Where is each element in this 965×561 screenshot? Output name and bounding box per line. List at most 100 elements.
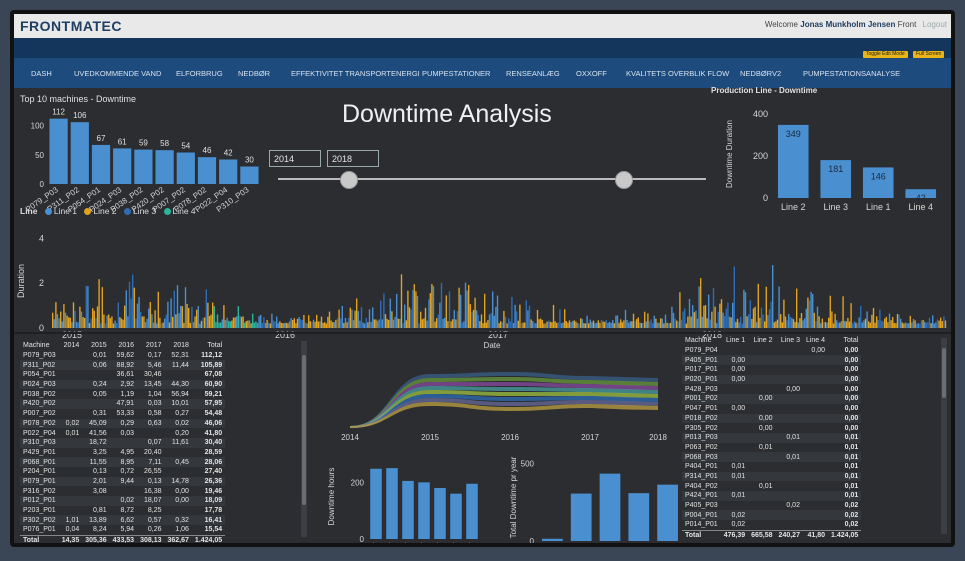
table-row[interactable]: P007_P02 0,31 53,33 0,58 0,27 54,48 <box>20 409 225 419</box>
table-row[interactable]: P302_P02 1,01 13,89 6,62 0,57 0,32 16,41 <box>20 515 226 526</box>
full-screen-button[interactable]: Full Screen <box>913 51 945 58</box>
nav-tab[interactable]: NEDBØR <box>238 69 270 78</box>
table-cell <box>803 481 828 491</box>
bar-p310_p03 <box>240 166 259 184</box>
year-from-input[interactable]: 2014 <box>269 150 321 167</box>
duration-bar <box>463 321 465 328</box>
toggle-edit-mode-button[interactable]: Toggle Edit Mode <box>863 51 908 58</box>
table-row[interactable]: P024_P03 0,24 2,92 13,45 44,30 60,90 <box>20 379 226 390</box>
duration-bar <box>175 314 177 328</box>
table-row[interactable]: P316_P02 3,08 16,38 0,00 19,46 <box>20 486 225 496</box>
column-header[interactable]: 2016 <box>110 341 137 351</box>
duration-bar <box>152 322 155 328</box>
table-row[interactable]: P305_P02 0,00 0,00 <box>682 423 861 433</box>
table-row[interactable]: P068_P03 0,01 0,01 <box>682 452 862 462</box>
table-row[interactable]: P020_P01 0,00 0,00 <box>682 374 862 385</box>
column-header[interactable]: 2018 <box>165 341 192 351</box>
nav-tab[interactable]: PUMPESTATIONER <box>422 69 490 78</box>
table-row[interactable]: P420_P02 47,91 0,03 10,01 57,95 <box>20 399 226 409</box>
table-row[interactable]: P001_P02 0,00 0,00 <box>682 394 862 404</box>
column-header[interactable]: Line 4 <box>803 336 828 346</box>
table-row[interactable]: P014_P01 0,02 0,02 <box>682 520 861 530</box>
table-row[interactable]: P079_P03 0,01 59,62 0,17 52,31 112,12 <box>20 351 225 361</box>
duration-bar <box>719 303 721 328</box>
table-cell: 0,01 <box>758 482 773 490</box>
table-row[interactable]: P054_P01 36,61 30,46 67,08 <box>20 370 225 380</box>
duration-bar <box>564 309 566 328</box>
table-row[interactable]: P068_P01 11,55 8,95 7,11 0,45 28,06 <box>20 457 226 467</box>
table-row[interactable]: P047_P01 0,00 0,00 <box>682 404 861 414</box>
table-row[interactable]: P079_P04 0,00 0,00 <box>682 346 861 356</box>
table-row[interactable]: P203_P01 0,81 8,72 8,25 17,78 <box>20 506 225 516</box>
column-header[interactable]: Total <box>828 336 861 346</box>
nav-tab[interactable]: UVEDKOMMENDE VAND <box>74 69 161 78</box>
left-table-scrollbar[interactable] <box>301 341 307 537</box>
table-row[interactable]: P311_P02 0,06 88,92 5,46 11,44 105,89 <box>20 360 226 371</box>
table-cell: 5,46 <box>147 361 162 369</box>
nav-tab[interactable]: EFFEKTIVITET TRANSPORTENERGI <box>291 69 420 78</box>
table-row[interactable]: P204_P01 0,13 0,72 26,55 27,40 <box>20 467 225 477</box>
table-row[interactable]: P013_P03 0,01 0,01 <box>682 432 862 443</box>
table-row[interactable]: P063_P02 0,01 0,01 <box>682 443 861 453</box>
duration-bar <box>544 323 547 328</box>
table-cell: 2,92 <box>120 381 135 389</box>
table-row[interactable]: P022_P04 0,01 41,56 0,03 0,20 41,80 <box>20 428 225 438</box>
column-header[interactable]: Machine <box>20 341 59 351</box>
column-header[interactable]: Line 1 <box>721 336 748 346</box>
table-row[interactable]: P428_P03 0,00 0,00 <box>682 384 861 394</box>
duration-bar <box>386 318 388 328</box>
table-row[interactable]: P314_P01 0,01 0,01 <box>682 471 862 482</box>
table-row[interactable]: P405_P03 0,02 0,02 <box>682 501 861 511</box>
table-cell: 0,00 <box>844 424 859 432</box>
duration-bar <box>106 315 108 328</box>
weekday-downtime-chart: 0200SundayMondayTuesdayWednesdayThursday… <box>327 468 478 543</box>
table-row[interactable]: P017_P01 0,00 0,00 <box>682 365 861 375</box>
nav-tab[interactable]: KVALITETS OVERBLIK FLOW <box>626 69 729 78</box>
column-header[interactable]: Machine <box>682 336 721 346</box>
logout-link[interactable]: Logout <box>923 20 947 29</box>
year-to-input[interactable]: 2018 <box>327 150 379 167</box>
duration-bar <box>408 307 411 328</box>
nav-tab[interactable]: RENSEANLÆG <box>506 69 560 78</box>
nav-tab[interactable]: NEDBØRV2 <box>740 69 781 78</box>
table-cell: 0,04 <box>65 526 80 534</box>
duration-bar <box>680 319 683 328</box>
table-row[interactable]: P018_P02 0,00 0,00 <box>682 413 862 424</box>
duration-bar <box>213 306 215 328</box>
column-header[interactable]: 2017 <box>137 341 164 351</box>
table-row[interactable]: P429_P01 3,25 4,95 20,40 28,59 <box>20 448 225 458</box>
table-row[interactable]: P012_P01 0,02 18,07 0,00 18,09 <box>20 496 226 506</box>
table-row[interactable]: P405_P01 0,00 0,00 <box>682 355 862 366</box>
table-cell <box>721 481 748 491</box>
table-row[interactable]: P004_P01 0,02 0,02 <box>682 510 862 521</box>
table-row[interactable]: P076_P01 0,04 8,24 5,94 0,26 1,06 15,54 <box>20 525 225 535</box>
column-header[interactable]: 2014 <box>59 341 83 351</box>
table-row[interactable]: P310_P03 18,72 0,07 11,61 30,40 <box>20 437 226 448</box>
table-row[interactable]: P038_P02 0,05 1,19 1,04 56,94 59,21 <box>20 389 225 399</box>
duration-bar <box>87 286 89 328</box>
nav-tab[interactable]: OXXOFF <box>576 69 607 78</box>
nav-tab[interactable]: PUMPESTATIONSANALYSE <box>803 69 900 78</box>
table-cell <box>721 423 748 433</box>
data-label: 54 <box>181 142 190 151</box>
column-header[interactable]: 2015 <box>82 341 109 351</box>
nav-tab[interactable]: ELFORBRUG <box>176 69 223 78</box>
table-cell: 0,20 <box>175 429 189 437</box>
duration-bar <box>924 321 926 328</box>
table-row[interactable]: P424_P01 0,01 0,01 <box>682 491 862 501</box>
table-row[interactable]: P404_P01 0,01 0,01 <box>682 462 861 472</box>
column-header[interactable]: Total <box>192 341 225 351</box>
year-slider-end-handle[interactable] <box>615 171 633 189</box>
table-row[interactable]: P079_P01 2,01 9,44 0,13 14,78 26,36 <box>20 476 226 487</box>
y-tick-label: 400 <box>753 109 768 119</box>
table-row[interactable]: P078_P02 0,02 45,09 0,29 0,63 0,02 46,06 <box>20 418 226 429</box>
nav-tab[interactable]: DASH <box>31 69 52 78</box>
duration-bar <box>677 321 679 328</box>
table-row[interactable]: P404_P02 0,01 0,01 <box>682 481 861 491</box>
duration-bar <box>549 321 551 328</box>
right-table-scrollbar[interactable] <box>941 338 947 534</box>
column-header[interactable]: Line 2 <box>748 336 775 346</box>
year-slider-start-handle[interactable] <box>340 171 358 189</box>
column-header[interactable]: Line 3 <box>776 336 803 346</box>
duration-bar <box>679 292 681 328</box>
